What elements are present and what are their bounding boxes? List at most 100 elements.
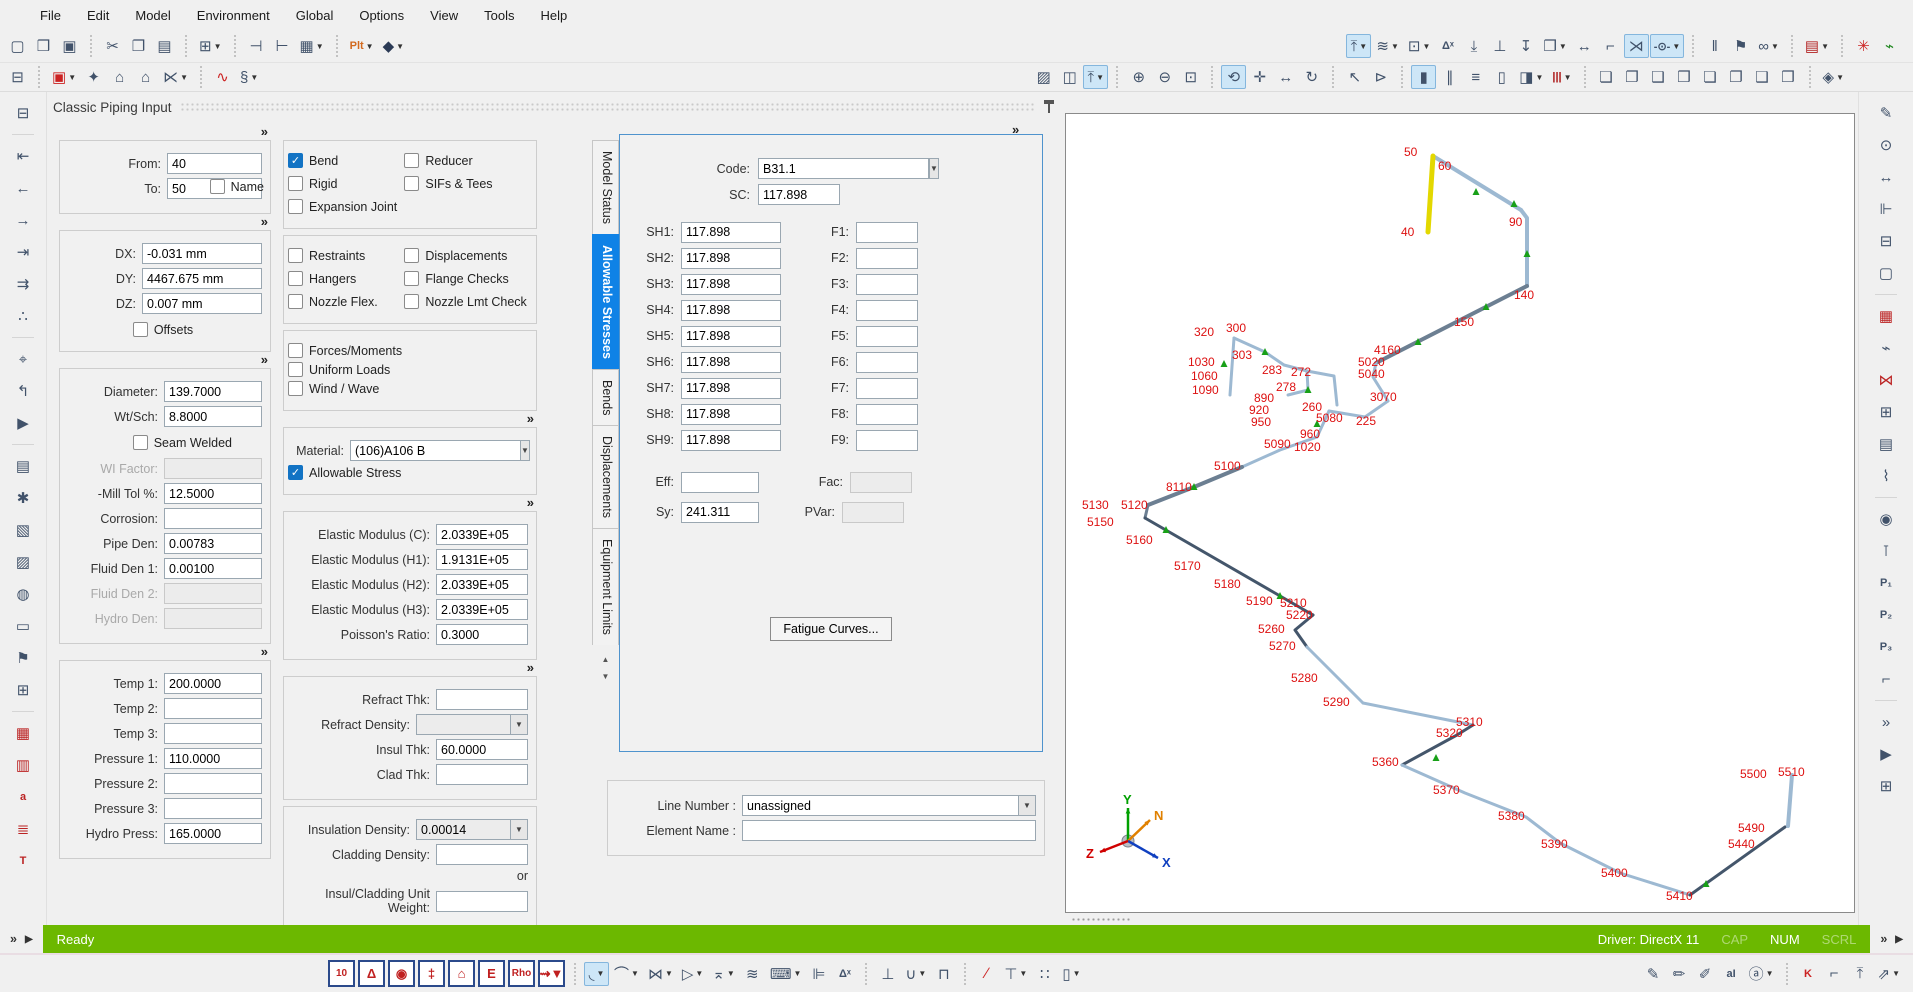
grid-red-icon[interactable]: ▦: [9, 720, 37, 746]
menu-tools[interactable]: Tools: [472, 2, 526, 29]
elastic-modulus-h2-input[interactable]: [436, 574, 528, 595]
dots-tool-icon[interactable]: ∷: [1032, 962, 1057, 986]
diag-box-icon[interactable]: ⇗▼: [1874, 962, 1905, 986]
checkbox-box[interactable]: [288, 362, 303, 377]
pan-icon[interactable]: ✛: [1247, 65, 1272, 89]
overflow-right-icon[interactable]: »: [1872, 709, 1900, 735]
menu-view[interactable]: View: [418, 2, 470, 29]
window-6-icon[interactable]: ❐: [1724, 65, 1749, 89]
new-file-icon[interactable]: ▢: [5, 34, 30, 58]
dx-input[interactable]: [142, 243, 262, 264]
expand-panel-icon[interactable]: ▶: [9, 410, 37, 436]
tab-bends[interactable]: Bends: [592, 369, 619, 425]
pencil-curve-icon[interactable]: ✎: [1641, 962, 1666, 986]
zoom-in-icon[interactable]: ⊕: [1126, 65, 1151, 89]
sheet-icon[interactable]: ▤: [9, 453, 37, 479]
overflow-icon[interactable]: »: [10, 932, 17, 946]
line-number-input[interactable]: [742, 795, 1018, 816]
f5-input[interactable]: [856, 326, 918, 347]
group-expand-chevron[interactable]: »: [283, 411, 537, 427]
group-expand-chevron[interactable]: »: [283, 495, 537, 511]
checkbox-box[interactable]: ✓: [288, 465, 303, 480]
insul-cladding-unit-weight-input[interactable]: [436, 891, 528, 912]
code-input[interactable]: [758, 158, 929, 179]
node-increment-10-icon[interactable]: 10: [328, 960, 355, 987]
group-expand-chevron[interactable]: »: [59, 352, 271, 368]
annotate-red-icon[interactable]: a: [9, 784, 37, 810]
rotate-icon[interactable]: ↻: [1299, 65, 1324, 89]
grid-small-icon[interactable]: ⊞: [9, 677, 37, 703]
sc-input[interactable]: [758, 184, 840, 205]
undo-model-icon[interactable]: ↰: [9, 378, 37, 404]
pressure-3-input[interactable]: [164, 798, 262, 819]
corner-tool-icon[interactable]: ⌐: [1872, 666, 1900, 692]
zoom-out-icon[interactable]: ⊖: [1152, 65, 1177, 89]
tile-windows-icon[interactable]: ◫: [1057, 65, 1082, 89]
tab-model-status[interactable]: Model Status: [592, 140, 619, 234]
find-icon[interactable]: ∞▼: [1754, 34, 1783, 58]
checkbox-reducer[interactable]: Reducer: [404, 153, 528, 168]
checkbox-box[interactable]: [288, 294, 303, 309]
flange-icon[interactable]: ⌅▼: [708, 962, 739, 986]
checkbox-forces-moments[interactable]: Forces/Moments: [288, 343, 528, 358]
checkbox-seam-welded[interactable]: Seam Welded: [133, 435, 232, 450]
checkbox-sifs-tees[interactable]: SIFs & Tees: [404, 176, 528, 191]
elastic-modulus-h3-input[interactable]: [436, 599, 528, 620]
hanger-b-icon[interactable]: ⌂: [133, 65, 158, 89]
next-element-icon[interactable]: →: [9, 207, 37, 233]
checkbox-restraints[interactable]: Restraints: [288, 248, 400, 263]
pressure-2-input[interactable]: [164, 773, 262, 794]
f6-input[interactable]: [856, 352, 918, 373]
checkbox-bend[interactable]: ✓Bend: [288, 153, 400, 168]
diameter-input[interactable]: [164, 381, 262, 402]
surface-icon[interactable]: ≋▼: [1372, 34, 1403, 58]
menu-options[interactable]: Options: [347, 2, 416, 29]
checkbox-offsets[interactable]: Offsets: [133, 322, 193, 337]
tab-displacements[interactable]: Displacements: [592, 425, 619, 528]
chevron-down-icon[interactable]: ▼: [929, 158, 939, 179]
frame-icon[interactable]: ▭: [9, 613, 37, 639]
checkbox-box[interactable]: [288, 343, 303, 358]
piping-wizard-icon[interactable]: ▦▼: [296, 34, 328, 58]
pencil-box-icon[interactable]: ✏: [1667, 962, 1692, 986]
insert-element-before-icon[interactable]: ⊢: [270, 34, 295, 58]
sh1-input[interactable]: [681, 222, 781, 243]
corrosion-input[interactable]: [164, 508, 262, 529]
sh7-input[interactable]: [681, 378, 781, 399]
sh8-input[interactable]: [681, 404, 781, 425]
ruler-icon[interactable]: ‖: [1702, 34, 1727, 58]
drop-node-icon[interactable]: ⤓: [1461, 34, 1486, 58]
node-snap-icon[interactable]: -⊙-▼: [1650, 34, 1684, 58]
checkbox-hangers[interactable]: Hangers: [288, 271, 400, 286]
poisson-s-ratio-input[interactable]: [436, 624, 528, 645]
render-single-icon[interactable]: ▯: [1489, 65, 1514, 89]
delta-x-icon[interactable]: Δˣ: [1435, 34, 1460, 58]
prev-element-icon[interactable]: ←: [9, 175, 37, 201]
sh3-input[interactable]: [681, 274, 781, 295]
insert-element-after-icon[interactable]: ⊣: [244, 34, 269, 58]
print-icon[interactable]: ⊞▼: [195, 34, 226, 58]
checkbox-box[interactable]: [133, 435, 148, 450]
pipe-run-icon[interactable]: ⌁: [1877, 34, 1902, 58]
viewport-resize-handle[interactable]: [1071, 917, 1131, 922]
element-name-input[interactable]: [742, 820, 1036, 841]
flag-marker-icon[interactable]: ⚑: [9, 645, 37, 671]
folder-elements-icon[interactable]: ❒▼: [1539, 34, 1570, 58]
temp-1-input[interactable]: [164, 673, 262, 694]
chevron-down-icon[interactable]: ▼: [510, 714, 528, 735]
bolt-icon[interactable]: ⌇: [1872, 463, 1900, 489]
checkbox-box[interactable]: [288, 248, 303, 263]
refract-density-input[interactable]: [416, 714, 510, 735]
save-file-icon[interactable]: ▣: [57, 34, 82, 58]
orbit-icon[interactable]: ⟲: [1221, 65, 1246, 89]
checkbox-flange-checks[interactable]: Flange Checks: [404, 271, 528, 286]
thermometer-icon[interactable]: ‡: [418, 960, 445, 987]
pin-icon[interactable]: [1043, 99, 1055, 115]
page-1-icon[interactable]: P₁: [1872, 570, 1900, 596]
wt-sch-input[interactable]: [164, 406, 262, 427]
lengths-icon[interactable]: ↔: [1872, 164, 1900, 190]
checkbox-nozzle-flex[interactable]: Nozzle Flex.: [288, 294, 400, 309]
attach-icon[interactable]: ↧: [1513, 34, 1538, 58]
window-1-icon[interactable]: ❏: [1594, 65, 1619, 89]
f8-input[interactable]: [856, 404, 918, 425]
